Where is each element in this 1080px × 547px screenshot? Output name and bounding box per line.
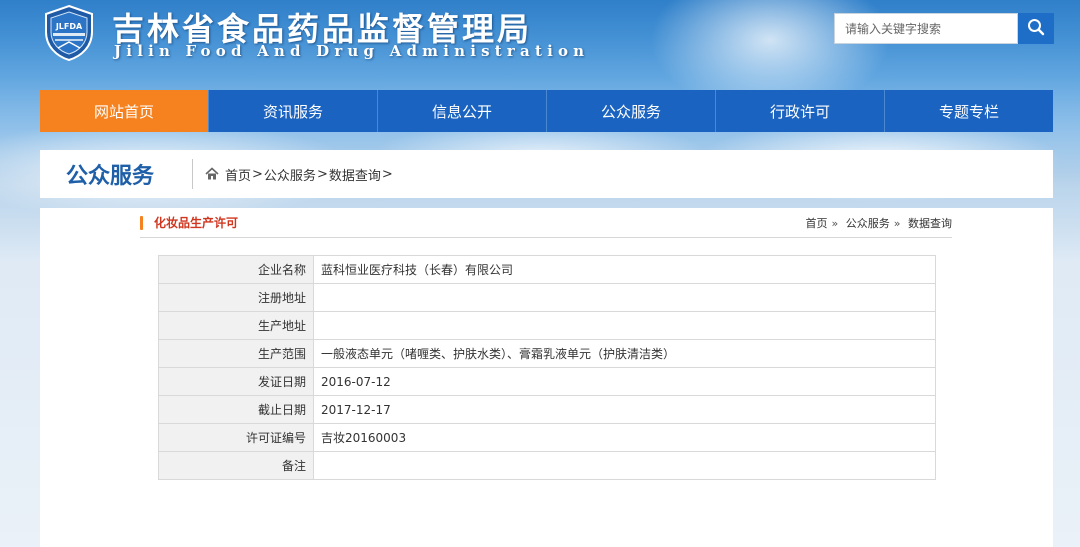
table-row: 备注: [158, 451, 936, 480]
row-value: 吉妆20160003: [313, 423, 936, 452]
row-value: [313, 283, 936, 312]
nav-item-public-service[interactable]: 公众服务: [547, 90, 716, 132]
nav-item-disclosure[interactable]: 信息公开: [378, 90, 547, 132]
breadcrumb-public-service[interactable]: 公众服务: [264, 165, 316, 184]
row-value: 2016-07-12: [313, 367, 936, 396]
search-input[interactable]: [834, 13, 1018, 44]
panel-breadcrumb-public-service[interactable]: 公众服务: [846, 217, 890, 230]
svg-text:JLFDA: JLFDA: [55, 22, 83, 31]
table-row: 企业名称 蓝科恒业医疗科技（长春）有限公司: [158, 255, 936, 284]
row-value: [313, 451, 936, 480]
breadcrumb-data-query[interactable]: 数据查询: [329, 165, 381, 184]
nav-item-licensing[interactable]: 行政许可: [716, 90, 885, 132]
table-row: 生产地址: [158, 311, 936, 340]
row-value: 蓝科恒业医疗科技（长春）有限公司: [313, 255, 936, 284]
row-value: 一般液态单元（啫喱类、护肤水类）、膏霜乳液单元（护肤清洁类）: [313, 339, 936, 368]
row-label: 生产地址: [158, 311, 314, 340]
section-header: 公众服务 首页 > 公众服务 > 数据查询 >: [40, 150, 1053, 198]
row-value: 2017-12-17: [313, 395, 936, 424]
panel-title: 化妆品生产许可: [154, 216, 239, 230]
home-icon: [205, 167, 219, 181]
nav-item-topics[interactable]: 专题专栏: [885, 90, 1053, 132]
section-divider: [192, 159, 193, 189]
row-label: 生产范围: [158, 339, 314, 368]
main-nav: 网站首页 资讯服务 信息公开 公众服务 行政许可 专题专栏: [40, 90, 1053, 132]
panel-header: 化妆品生产许可 首页» 公众服务» 数据查询: [140, 208, 952, 238]
panel-breadcrumb-home[interactable]: 首页: [806, 217, 828, 230]
row-label: 发证日期: [158, 367, 314, 396]
table-row: 截止日期 2017-12-17: [158, 395, 936, 424]
row-label: 许可证编号: [158, 423, 314, 452]
search-button[interactable]: [1018, 13, 1054, 44]
panel-breadcrumb: 首页» 公众服务» 数据查询: [805, 216, 952, 230]
license-table: 企业名称 蓝科恒业医疗科技（长春）有限公司 注册地址 生产地址 生产范围 一般液…: [158, 255, 936, 480]
table-row: 生产范围 一般液态单元（啫喱类、护肤水类）、膏霜乳液单元（护肤清洁类）: [158, 339, 936, 368]
row-label: 备注: [158, 451, 314, 480]
row-label: 注册地址: [158, 283, 314, 312]
content-panel: 化妆品生产许可 首页» 公众服务» 数据查询 企业名称 蓝科恒业医疗科技（长春）…: [40, 208, 1053, 547]
section-title: 公众服务: [66, 164, 155, 189]
nav-item-home[interactable]: 网站首页: [40, 90, 209, 132]
row-value: [313, 311, 936, 340]
panel-breadcrumb-data-query[interactable]: 数据查询: [908, 217, 952, 230]
row-label: 企业名称: [158, 255, 314, 284]
shield-logo-icon[interactable]: JLFDA: [40, 4, 98, 62]
table-row: 发证日期 2016-07-12: [158, 367, 936, 396]
breadcrumb: 首页 > 公众服务 > 数据查询 >: [225, 165, 393, 184]
search-icon: [1027, 18, 1045, 39]
title-marker: [140, 215, 143, 230]
table-row: 许可证编号 吉妆20160003: [158, 423, 936, 452]
nav-item-news[interactable]: 资讯服务: [209, 90, 378, 132]
row-label: 截止日期: [158, 395, 314, 424]
site-subtitle: Jilin Food And Drug Administration: [114, 42, 590, 60]
table-row: 注册地址: [158, 283, 936, 312]
breadcrumb-home[interactable]: 首页: [225, 165, 251, 184]
